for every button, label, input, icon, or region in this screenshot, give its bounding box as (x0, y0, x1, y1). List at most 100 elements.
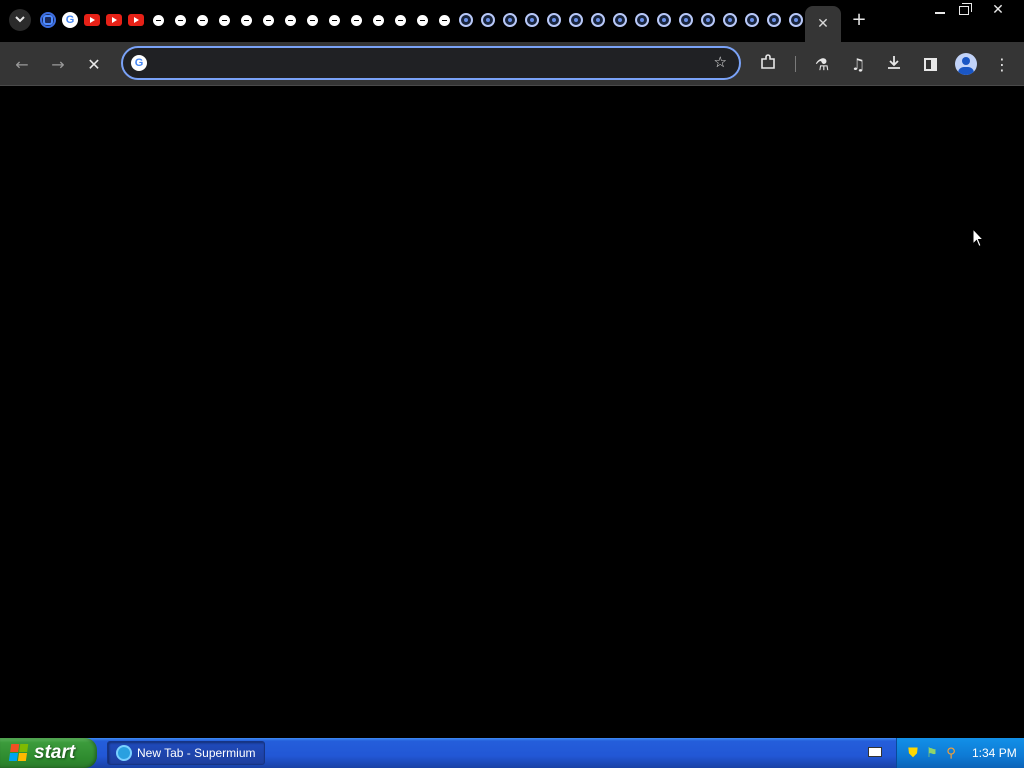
ring-icon (459, 13, 473, 27)
ring-icon (657, 13, 671, 27)
tab[interactable] (301, 8, 323, 32)
minimize-button[interactable] (930, 2, 950, 18)
network-icon[interactable]: ⚑ (924, 745, 940, 761)
tab[interactable] (103, 8, 125, 32)
youtube-icon (106, 14, 122, 26)
tab[interactable] (609, 8, 631, 32)
tab[interactable]: G (59, 8, 81, 32)
page-content[interactable] (0, 87, 1024, 738)
ring-icon (635, 13, 649, 27)
profile-button[interactable] (954, 52, 978, 76)
taskbar-item-label: New Tab - Supermium (137, 746, 256, 760)
globe-icon (196, 14, 208, 26)
globe-icon (306, 14, 318, 26)
keyboard-icon[interactable] (868, 747, 882, 757)
address-bar[interactable]: G ☆ (121, 46, 741, 80)
tab[interactable] (565, 8, 587, 32)
start-label: start (34, 742, 76, 763)
ring-icon (767, 13, 781, 27)
tab[interactable] (367, 8, 389, 32)
address-input[interactable] (157, 54, 697, 72)
tab[interactable] (521, 8, 543, 32)
start-button[interactable]: start (0, 738, 97, 768)
stop-loading-button[interactable]: ✕ (82, 52, 106, 76)
ring-icon (789, 13, 803, 27)
taskbar-item[interactable]: New Tab - Supermium (107, 741, 265, 765)
tab-strip: G ✕ + ✕ (0, 0, 1024, 42)
ring-icon (591, 13, 605, 27)
tab[interactable] (675, 8, 697, 32)
tab[interactable] (785, 8, 807, 32)
tab[interactable] (81, 8, 103, 32)
tab[interactable] (653, 8, 675, 32)
ring-icon (613, 13, 627, 27)
tab-list: G (37, 8, 807, 32)
ring-icon (481, 13, 495, 27)
globe-icon (350, 14, 362, 26)
tab[interactable] (257, 8, 279, 32)
tab[interactable] (455, 8, 477, 32)
downloads-button[interactable] (882, 52, 906, 76)
forward-button[interactable]: → (46, 52, 70, 76)
ring-icon (525, 13, 539, 27)
extensions-button[interactable] (756, 52, 780, 76)
tab[interactable] (763, 8, 785, 32)
tab[interactable] (587, 8, 609, 32)
tab[interactable] (631, 8, 653, 32)
globe-icon (174, 14, 186, 26)
taskbar: start New Tab - Supermium ⛊ ⚑ ⚲ 1:34 PM (0, 738, 1024, 768)
side-panel-button[interactable] (918, 52, 942, 76)
tab[interactable] (389, 8, 411, 32)
ring-icon (503, 13, 517, 27)
tab[interactable] (499, 8, 521, 32)
tab-close-icon[interactable]: ✕ (817, 16, 829, 32)
tab[interactable] (191, 8, 213, 32)
browser-menu-button[interactable]: ⋮ (990, 52, 1014, 76)
back-button[interactable]: ← (10, 52, 34, 76)
bookmark-star-icon[interactable]: ☆ (714, 53, 727, 71)
search-icon[interactable]: ⚲ (943, 745, 959, 761)
tab[interactable] (433, 8, 455, 32)
edge-icon (40, 12, 56, 28)
tab[interactable] (697, 8, 719, 32)
tab[interactable] (477, 8, 499, 32)
ring-icon (701, 13, 715, 27)
tab[interactable] (169, 8, 191, 32)
youtube-icon (84, 14, 100, 26)
labs-button[interactable]: ⚗ (810, 52, 834, 76)
ring-icon (547, 13, 561, 27)
tab[interactable] (37, 8, 59, 32)
clock[interactable]: 1:34 PM (972, 746, 1017, 760)
tab[interactable] (279, 8, 301, 32)
youtube-icon (128, 14, 144, 26)
system-tray: ⛊ ⚑ ⚲ 1:34 PM (896, 738, 1024, 768)
tab-search-button[interactable] (9, 9, 31, 31)
globe-icon (438, 14, 450, 26)
globe-icon (240, 14, 252, 26)
window-close-button[interactable]: ✕ (988, 2, 1008, 18)
download-icon (886, 54, 902, 74)
tab[interactable] (235, 8, 257, 32)
ring-icon (723, 13, 737, 27)
ring-icon (569, 13, 583, 27)
tab[interactable] (125, 8, 147, 32)
tab[interactable] (411, 8, 433, 32)
tab[interactable] (147, 8, 169, 32)
tab[interactable] (719, 8, 741, 32)
tab[interactable] (345, 8, 367, 32)
restore-button[interactable] (954, 2, 974, 18)
tab[interactable] (543, 8, 565, 32)
tab[interactable] (323, 8, 345, 32)
ring-icon (745, 13, 759, 27)
media-controls-button[interactable]: ♫ (846, 52, 870, 76)
globe-icon (394, 14, 406, 26)
shield-icon[interactable]: ⛊ (905, 745, 921, 761)
chevron-down-icon (15, 11, 25, 29)
restore-icon (959, 2, 972, 15)
browser-toolbar: ← → ✕ G ☆ ⚗ ♫ ⋮ (0, 42, 1024, 86)
tab[interactable] (213, 8, 235, 32)
new-tab-button[interactable]: + (849, 10, 869, 30)
tab[interactable] (741, 8, 763, 32)
active-tab[interactable]: ✕ (805, 6, 841, 42)
avatar (955, 53, 977, 75)
